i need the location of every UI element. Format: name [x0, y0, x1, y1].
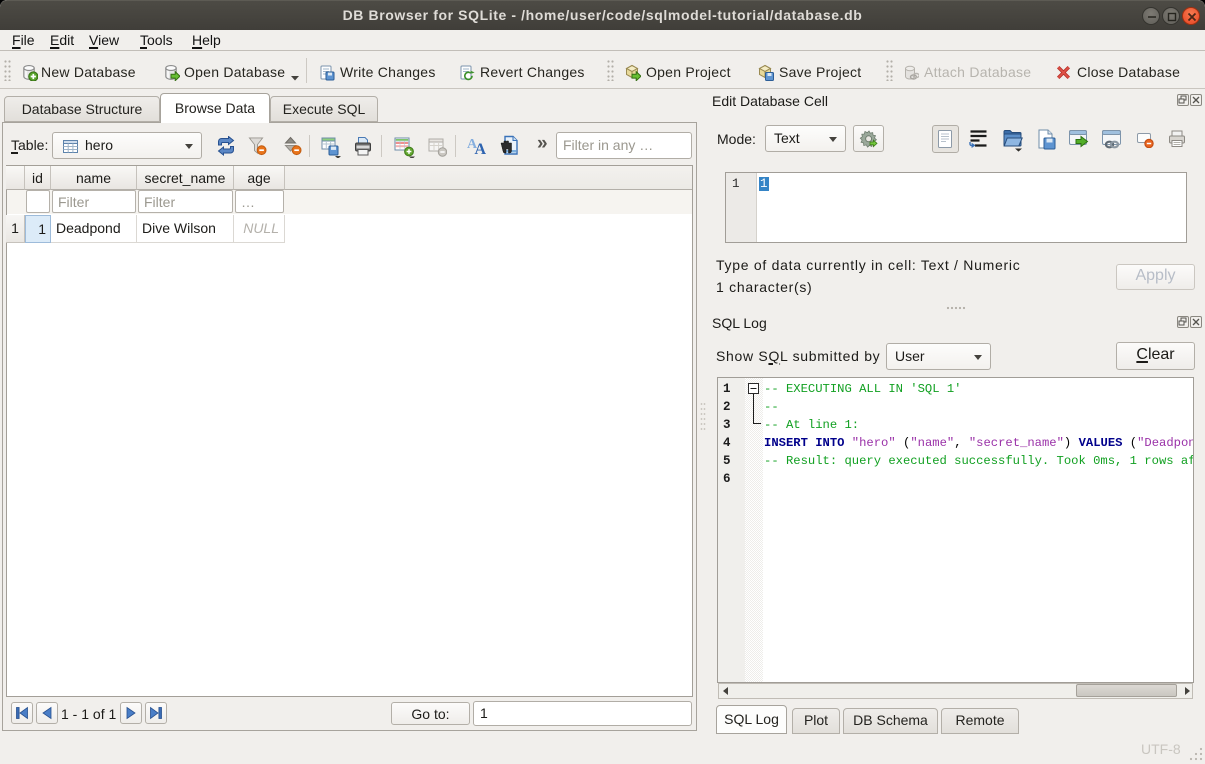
- svg-text:A: A: [475, 141, 487, 157]
